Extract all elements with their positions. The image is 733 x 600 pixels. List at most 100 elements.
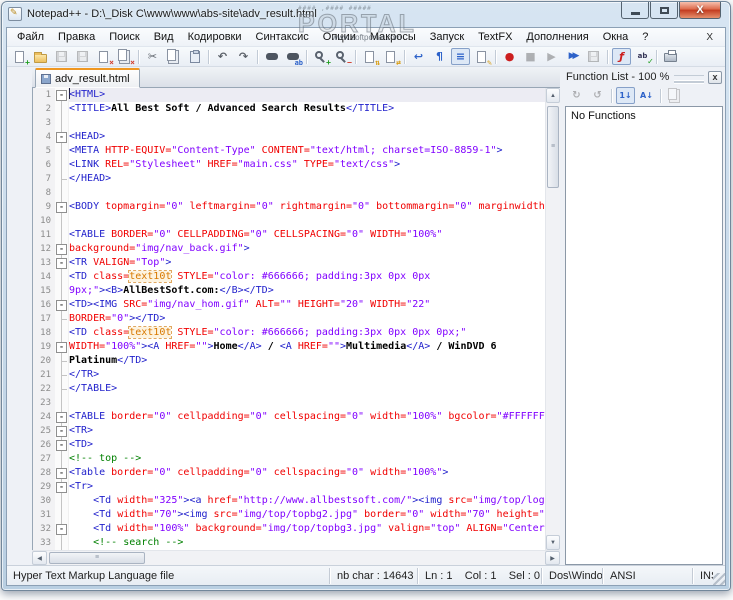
menu-item-12[interactable]: Окна xyxy=(596,29,636,45)
macro-record-icon[interactable]: ● xyxy=(500,48,519,65)
fold-toggle-icon[interactable] xyxy=(55,340,69,354)
close-document-icon[interactable]: X xyxy=(694,30,725,45)
open-file-icon[interactable] xyxy=(31,48,50,65)
code-line-3: 3 xyxy=(33,116,545,130)
menu-item-13[interactable]: ? xyxy=(635,29,655,45)
fold-toggle-icon[interactable] xyxy=(55,256,69,270)
menu-item-6[interactable]: Синтаксис xyxy=(249,29,316,45)
function-list-toolbar: ↻↺1↓A↓ xyxy=(565,86,723,106)
minimize-button[interactable] xyxy=(621,2,649,19)
find-icon[interactable] xyxy=(262,48,281,65)
code-line-32: 32 <Td width="100%" background="img/top/… xyxy=(33,522,545,536)
copy-icon[interactable] xyxy=(164,48,183,65)
scroll-right-icon[interactable]: ▶ xyxy=(545,551,560,565)
code-line-10: 10 xyxy=(33,214,545,228)
menu-item-4[interactable]: Вид xyxy=(147,29,181,45)
show-all-characters-icon[interactable]: ¶ xyxy=(430,48,449,65)
fold-line xyxy=(55,536,69,550)
user-define-dialog-icon[interactable]: ✎ xyxy=(472,48,491,65)
menu-item-7[interactable]: Опции xyxy=(316,29,363,45)
function-list-header[interactable]: Function List - 100 % x xyxy=(565,68,723,86)
maximize-button[interactable] xyxy=(650,2,678,19)
code-text: <HEAD> xyxy=(69,130,545,144)
resize-grip[interactable] xyxy=(713,573,725,585)
fold-toggle-icon[interactable] xyxy=(55,466,69,480)
status-insert-mode: INS xyxy=(694,570,713,582)
function-list-icon[interactable]: ƒ xyxy=(612,48,631,65)
sync-vertical-icon[interactable]: ⇅ xyxy=(360,48,379,65)
fold-toggle-icon[interactable] xyxy=(55,200,69,214)
undo-icon[interactable]: ↶ xyxy=(213,48,232,65)
new-file-icon[interactable]: + xyxy=(10,48,29,65)
menu-item-5[interactable]: Кодировки xyxy=(181,29,249,45)
status-char-count: nb char : 14643 xyxy=(331,570,417,582)
sort-alphabetically-icon[interactable]: A↓ xyxy=(637,87,656,104)
horizontal-scroll-track[interactable] xyxy=(47,551,545,565)
main-area: adv_result.html 1<HTML>2<TITLE>All Best … xyxy=(7,67,725,565)
line-number: 1 xyxy=(33,88,55,102)
vertical-scroll-track[interactable] xyxy=(546,103,560,535)
cut-icon[interactable]: ✂ xyxy=(143,48,162,65)
code-text: <Td width="100%" background="img/top/top… xyxy=(69,522,545,536)
code-line-4: 4<HEAD> xyxy=(33,130,545,144)
panel-grip xyxy=(674,75,704,81)
zoom-out-icon[interactable]: − xyxy=(332,48,351,65)
panel-close-icon[interactable]: x xyxy=(708,71,722,84)
fold-toggle-icon[interactable] xyxy=(55,480,69,494)
spell-check-icon[interactable]: ab✓ xyxy=(633,48,652,65)
replace-icon[interactable]: ab xyxy=(283,48,302,65)
fold-toggle-icon[interactable] xyxy=(55,88,69,102)
menu-item-10[interactable]: TextFX xyxy=(471,29,519,45)
function-list-box[interactable]: No Functions xyxy=(565,106,723,565)
toolbar-separator xyxy=(656,50,657,64)
vertical-scroll-thumb[interactable] xyxy=(547,106,559,188)
menu-item-9[interactable]: Запуск xyxy=(423,29,471,45)
fold-toggle-icon[interactable] xyxy=(55,130,69,144)
paste-icon[interactable] xyxy=(185,48,204,65)
code-editor[interactable]: 1<HTML>2<TITLE>All Best Soft / Advanced … xyxy=(32,88,560,550)
horizontal-scrollbar[interactable]: ◀ ▶ xyxy=(32,550,560,565)
tab-adv-result[interactable]: adv_result.html xyxy=(35,68,140,88)
line-number: 2 xyxy=(33,102,55,116)
sync-horizontal-icon[interactable]: ⇄ xyxy=(381,48,400,65)
fold-toggle-icon[interactable] xyxy=(55,424,69,438)
zoom-in-icon[interactable]: + xyxy=(311,48,330,65)
sort-by-position-icon[interactable]: 1↓ xyxy=(616,87,635,104)
no-functions-label: No Functions xyxy=(571,110,636,122)
scroll-up-icon[interactable]: ▲ xyxy=(546,88,560,103)
menu-item-8[interactable]: Макросы xyxy=(363,29,423,45)
close-button[interactable]: X xyxy=(679,2,721,19)
line-number: 26 xyxy=(33,438,55,452)
redo-icon[interactable]: ↷ xyxy=(234,48,253,65)
vertical-scrollbar[interactable]: ▲ ▼ xyxy=(545,88,560,550)
code-line-18: 18<TD class=text10t STYLE="color: #66666… xyxy=(33,326,545,340)
menu-item-2[interactable]: Правка xyxy=(51,29,102,45)
line-number: 27 xyxy=(33,452,55,466)
function-list-title: Function List - 100 % xyxy=(566,71,669,83)
scroll-down-icon[interactable]: ▼ xyxy=(546,535,560,550)
fold-toggle-icon[interactable] xyxy=(55,438,69,452)
menu-item-11[interactable]: Дополнения xyxy=(519,29,595,45)
menu-item-1[interactable]: Файл xyxy=(10,29,51,45)
code-text xyxy=(69,116,545,130)
text-area[interactable]: 1<HTML>2<TITLE>All Best Soft / Advanced … xyxy=(33,88,545,550)
line-number: 31 xyxy=(33,508,55,522)
macro-run-multiple-icon[interactable]: ▶▶ xyxy=(563,48,582,65)
line-number: 18 xyxy=(33,326,55,340)
fold-toggle-icon[interactable] xyxy=(55,410,69,424)
word-wrap-icon[interactable]: ↩ xyxy=(409,48,428,65)
fold-toggle-icon[interactable] xyxy=(55,242,69,256)
fold-toggle-icon[interactable] xyxy=(55,522,69,536)
print-icon[interactable] xyxy=(661,48,680,65)
indent-guide-icon[interactable]: ≡ xyxy=(451,48,470,65)
line-number: 9 xyxy=(33,200,55,214)
close-all-icon[interactable]: × xyxy=(115,48,134,65)
scroll-left-icon[interactable]: ◀ xyxy=(32,551,47,565)
app-icon[interactable] xyxy=(8,7,22,21)
copy-list-icon xyxy=(665,87,684,104)
fold-toggle-icon[interactable] xyxy=(55,298,69,312)
close-file-icon[interactable]: × xyxy=(94,48,113,65)
horizontal-scroll-thumb[interactable] xyxy=(49,552,145,564)
menu-item-3[interactable]: Поиск xyxy=(102,29,146,45)
code-line-15: 159px;"><B>AllBestSoft.com:</B></TD> xyxy=(33,284,545,298)
